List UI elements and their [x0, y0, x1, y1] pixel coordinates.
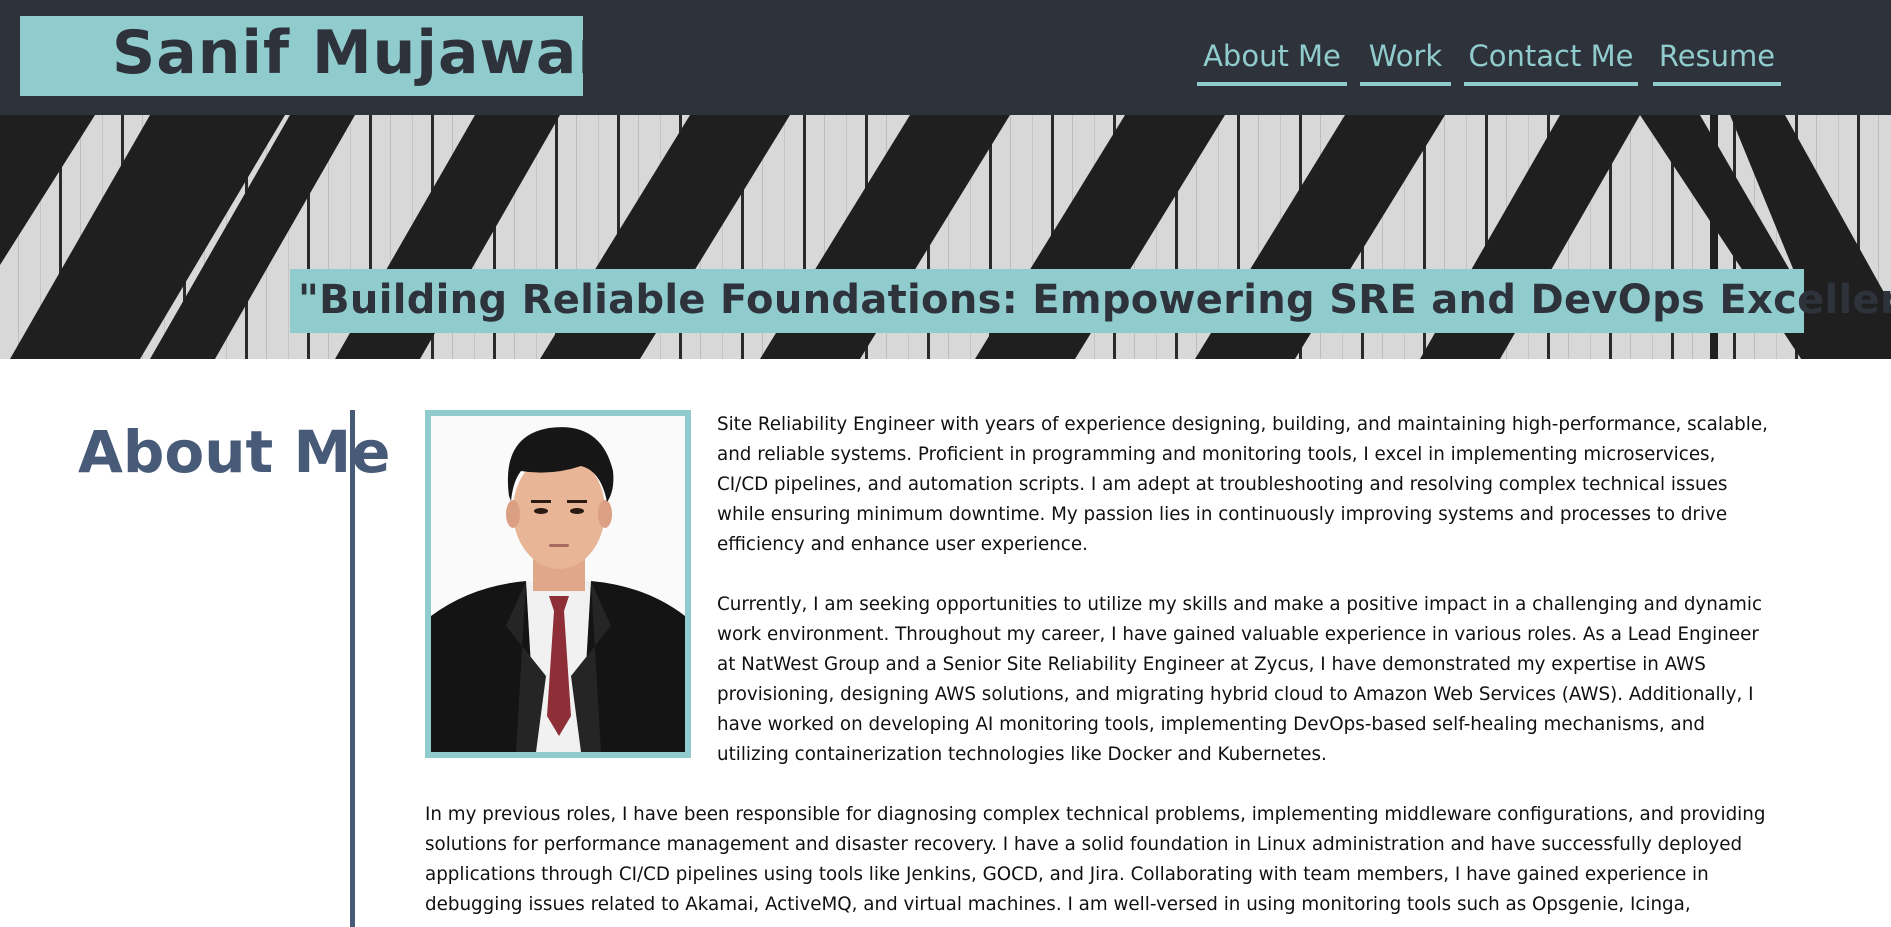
logo-box[interactable]: Sanif Mujawar — [20, 16, 607, 96]
about-heading: About Me — [78, 418, 391, 486]
profile-photo — [425, 410, 691, 758]
nav-work[interactable]: Work — [1360, 36, 1451, 86]
tagline-box: "Building Reliable Foundations: Empoweri… — [290, 269, 1891, 333]
nav-contact-me[interactable]: Contact Me — [1464, 36, 1638, 86]
nav-about-me[interactable]: About Me — [1197, 36, 1347, 86]
site-logo[interactable]: Sanif Mujawar — [112, 18, 608, 88]
nav-resume[interactable]: Resume — [1653, 36, 1781, 86]
about-paragraph-3: In my previous roles, I have been respon… — [425, 804, 1766, 915]
about-paragraph-1: Site Reliability Engineer with years of … — [717, 414, 1768, 555]
portrait-image — [431, 416, 685, 752]
about-paragraph-2: Currently, I am seeking opportunities to… — [717, 594, 1762, 765]
site-header: Sanif Mujawar About Me Work Contact Me R… — [0, 0, 1891, 115]
hero-banner: "Building Reliable Foundations: Empoweri… — [0, 115, 1891, 359]
tagline: "Building Reliable Foundations: Empoweri… — [298, 277, 1891, 323]
section-divider — [350, 410, 355, 927]
